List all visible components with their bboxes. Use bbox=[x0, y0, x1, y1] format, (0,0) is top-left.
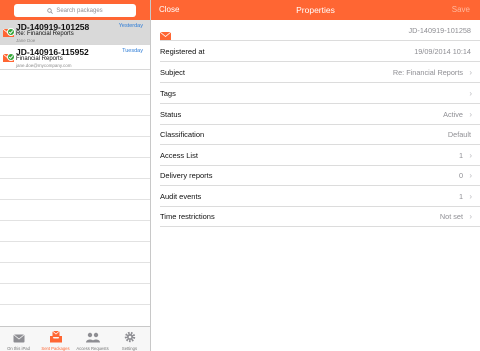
property-time-restrictions[interactable]: Time restrictions Not set › bbox=[151, 206, 480, 227]
property-label: Tags bbox=[160, 89, 176, 98]
package-header-row: JD-140919-101258 bbox=[151, 20, 480, 41]
package-date: Yesterday bbox=[118, 23, 143, 29]
package-id: JD-140919-101258 bbox=[408, 26, 471, 35]
package-sender: Jane Doe bbox=[16, 38, 36, 43]
list-separator bbox=[0, 157, 150, 158]
package-list-pane: Search packages JD-140919-101258 Yesterd… bbox=[0, 0, 151, 351]
package-subject: Re: Financial Reports bbox=[16, 31, 74, 37]
package-list-item[interactable]: JD-140919-101258 Yesterday Re: Financial… bbox=[0, 20, 150, 45]
tab-label: On this iPad bbox=[7, 346, 30, 351]
chevron-right-icon: › bbox=[469, 212, 472, 221]
tab-label: Access Requests bbox=[76, 346, 109, 351]
list-separator bbox=[0, 94, 150, 95]
property-label: Delivery reports bbox=[160, 171, 213, 180]
package-list-item[interactable]: JD-140916-115952 Tuesday Financial Repor… bbox=[0, 45, 150, 70]
row-separator bbox=[160, 225, 480, 227]
list-separator bbox=[0, 199, 150, 200]
tab-on-this-ipad[interactable]: On this iPad bbox=[0, 327, 37, 351]
property-value: 0 bbox=[458, 171, 463, 180]
package-sender: jane.doe@mycompany.com bbox=[16, 63, 72, 68]
package-list-header: Search packages bbox=[0, 0, 150, 20]
property-audit-events[interactable]: Audit events 1 › bbox=[151, 186, 480, 207]
list-separator bbox=[0, 178, 150, 179]
properties-pane: Close Properties Save JD-140919-101258 R… bbox=[151, 0, 480, 351]
navigation-bar: Close Properties Save bbox=[151, 0, 480, 20]
property-label: Time restrictions bbox=[160, 212, 215, 221]
tab-access-requests[interactable]: Access Requests bbox=[74, 327, 111, 351]
property-subject[interactable]: Subject Re: Financial Reports › bbox=[151, 62, 480, 83]
save-button[interactable]: Save bbox=[452, 5, 470, 14]
property-label: Registered at bbox=[160, 47, 205, 56]
chevron-right-icon: › bbox=[469, 171, 472, 180]
page-title: Properties bbox=[296, 5, 335, 15]
chevron-right-icon: › bbox=[469, 89, 472, 98]
property-status[interactable]: Status Active › bbox=[151, 104, 480, 125]
checkmark-icon bbox=[7, 28, 15, 36]
list-separator bbox=[0, 115, 150, 116]
tab-label: Settings bbox=[121, 346, 138, 351]
property-label: Classification bbox=[160, 130, 205, 139]
tab-bar: On this iPad Sent Packages Access Reques… bbox=[0, 326, 150, 351]
property-value: 19/09/2014 10:14 bbox=[414, 47, 471, 56]
property-access-list[interactable]: Access List 1 › bbox=[151, 145, 480, 166]
property-value: Default bbox=[447, 130, 471, 139]
property-label: Audit events bbox=[160, 192, 202, 201]
tab-settings[interactable]: Settings bbox=[111, 327, 148, 351]
property-tags[interactable]: Tags › bbox=[151, 83, 480, 104]
list-separator bbox=[0, 136, 150, 137]
checkmark-icon bbox=[7, 53, 15, 61]
package-date: Tuesday bbox=[122, 48, 143, 54]
property-value: Not set bbox=[439, 212, 463, 221]
list-separator bbox=[0, 220, 150, 221]
list-separator bbox=[0, 241, 150, 242]
property-label: Access List bbox=[160, 151, 198, 160]
chevron-right-icon: › bbox=[469, 151, 472, 160]
chevron-right-icon: › bbox=[469, 110, 472, 119]
property-delivery-reports[interactable]: Delivery reports 0 › bbox=[151, 165, 480, 186]
property-value: 1 bbox=[458, 192, 463, 201]
tab-label: Sent Packages bbox=[41, 346, 70, 351]
property-classification: Classification Default bbox=[151, 124, 480, 145]
property-value: 1 bbox=[458, 151, 463, 160]
property-label: Subject bbox=[160, 68, 186, 77]
tab-sent-packages[interactable]: Sent Packages bbox=[37, 327, 74, 351]
list-separator bbox=[0, 304, 150, 305]
property-value: Active bbox=[443, 110, 463, 119]
search-icon bbox=[47, 7, 54, 14]
chevron-right-icon: › bbox=[469, 68, 472, 77]
property-registered-at: Registered at 19/09/2014 10:14 bbox=[151, 41, 480, 62]
list-separator bbox=[0, 283, 150, 284]
search-input[interactable]: Search packages bbox=[14, 4, 136, 17]
list-separator bbox=[0, 262, 150, 263]
chevron-right-icon: › bbox=[469, 192, 472, 201]
property-label: Status bbox=[160, 110, 182, 119]
property-value: Re: Financial Reports bbox=[392, 68, 463, 77]
package-subject: Financial Reports bbox=[16, 56, 63, 62]
search-placeholder: Search packages bbox=[56, 7, 103, 14]
